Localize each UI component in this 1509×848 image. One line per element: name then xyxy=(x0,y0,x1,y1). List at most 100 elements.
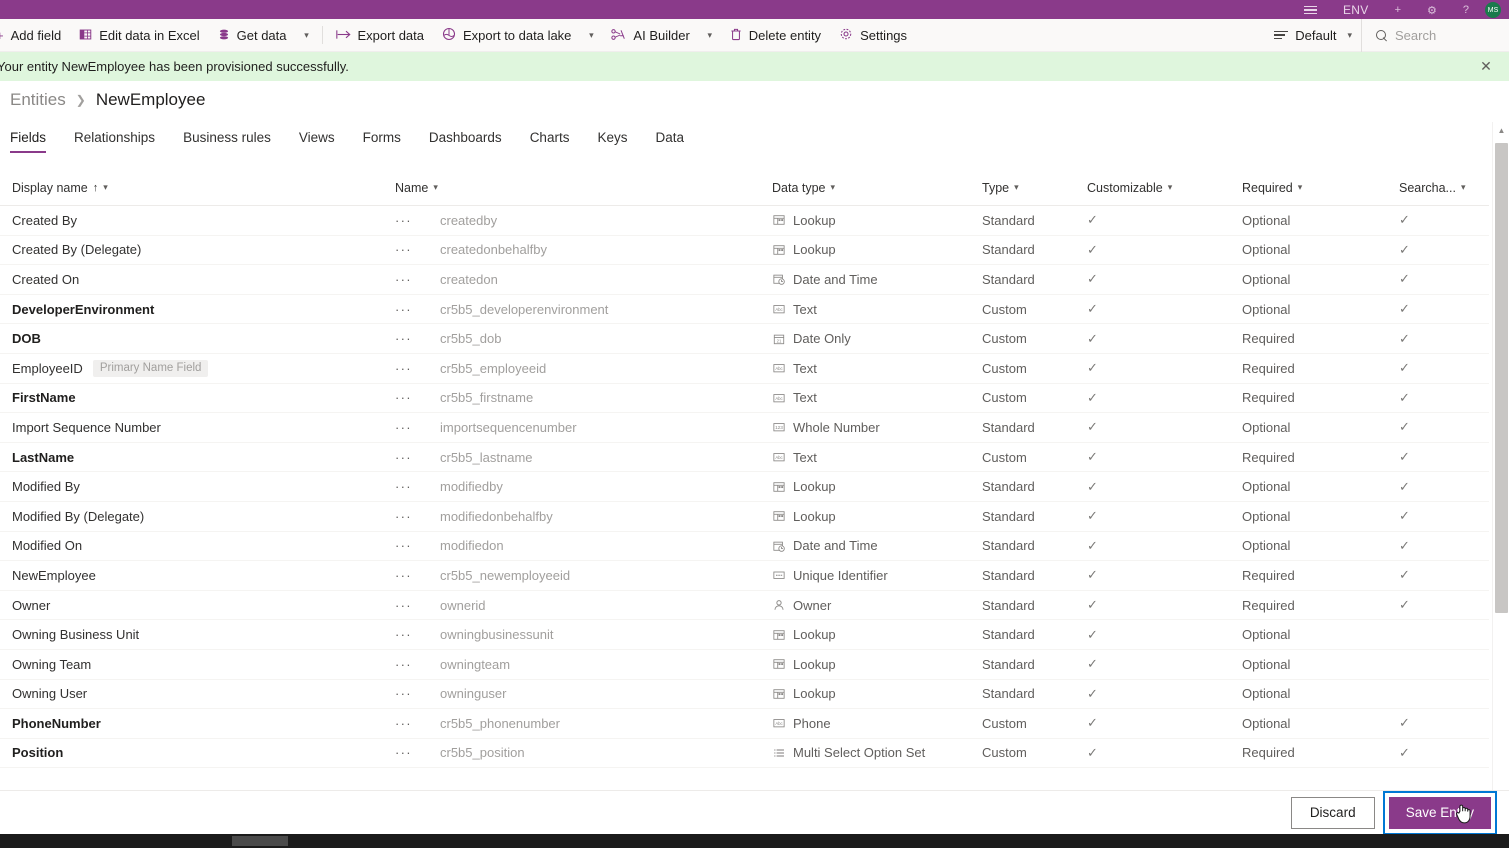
column-header-searchable[interactable]: Searcha... ▾ xyxy=(1399,170,1489,206)
cell-display-name[interactable]: Owning User xyxy=(0,686,395,701)
table-row[interactable]: Owner ··· ownerid Owner Standard ✓ Required ✓ xyxy=(0,591,1489,621)
table-row[interactable]: LastName ··· cr5b5_lastname Abc Text Custom ✓ R… xyxy=(0,443,1489,473)
add-field-button[interactable]: + Add field xyxy=(0,19,70,52)
table-row[interactable]: NewEmployee ··· cr5b5_newemployeeid Unique … xyxy=(0,561,1489,591)
scrollbar-thumb[interactable] xyxy=(1495,143,1508,613)
tab-relationships[interactable]: Relationships xyxy=(74,130,169,153)
cell-display-name[interactable]: Modified On xyxy=(0,538,395,553)
row-menu-button[interactable]: ··· xyxy=(395,568,440,583)
settings-button[interactable]: Settings xyxy=(830,19,916,52)
table-row[interactable]: Modified By (Delegate) ··· modifiedonbehal… xyxy=(0,502,1489,532)
breadcrumb-entities-link[interactable]: Entities xyxy=(10,90,66,110)
ai-builder-caret-icon[interactable]: ▾ xyxy=(699,19,721,52)
column-header-customizable[interactable]: Customizable ▾ xyxy=(1087,170,1242,206)
cell-display-name[interactable]: Owning Team xyxy=(0,657,395,672)
column-header-data-type[interactable]: Data type ▾ xyxy=(772,170,982,206)
delete-entity-button[interactable]: Delete entity xyxy=(721,19,830,52)
vertical-scrollbar[interactable]: ▲ ▼ xyxy=(1492,122,1509,822)
view-picker[interactable]: Default ▾ xyxy=(1265,19,1361,52)
tab-fields[interactable]: Fields xyxy=(10,130,60,153)
table-row[interactable]: Owning User ··· owninguser Lookup Standard ✓ O… xyxy=(0,680,1489,710)
export-data-button[interactable]: Export data xyxy=(327,19,434,52)
cell-display-name[interactable]: Modified By xyxy=(0,479,395,494)
get-data-button[interactable]: Get data xyxy=(209,19,296,52)
table-row[interactable]: Created By ··· createdby Lookup Standard ✓ Opt… xyxy=(0,206,1489,236)
tab-data[interactable]: Data xyxy=(655,130,698,153)
table-row[interactable]: DOB ··· cr5b5_dob 21 Date Only Custom ✓ Require… xyxy=(0,324,1489,354)
row-menu-button[interactable]: ··· xyxy=(395,361,440,376)
table-row[interactable]: PhoneNumber ··· cr5b5_phonenumber Abc Phone C… xyxy=(0,709,1489,739)
row-menu-button[interactable]: ··· xyxy=(395,331,440,346)
get-data-caret-icon[interactable]: ▾ xyxy=(296,19,318,52)
column-header-required[interactable]: Required ▾ xyxy=(1242,170,1399,206)
table-row[interactable]: Modified By ··· modifiedby Lookup Standard ✓ O… xyxy=(0,472,1489,502)
save-entity-button[interactable]: Save Entity xyxy=(1388,796,1491,829)
tab-business-rules[interactable]: Business rules xyxy=(183,130,285,153)
ai-builder-button[interactable]: AI Builder xyxy=(602,19,698,52)
cell-display-name[interactable]: PhoneNumber xyxy=(0,716,395,731)
row-menu-button[interactable]: ··· xyxy=(395,686,440,701)
search-input[interactable]: Search xyxy=(1361,18,1509,52)
row-menu-button[interactable]: ··· xyxy=(395,479,440,494)
cell-display-name[interactable]: Owning Business Unit xyxy=(0,627,395,642)
tab-charts[interactable]: Charts xyxy=(530,130,584,153)
cell-display-name[interactable]: Owner xyxy=(0,598,395,613)
row-menu-button[interactable]: ··· xyxy=(395,420,440,435)
cell-display-name[interactable]: Import Sequence Number xyxy=(0,420,395,435)
row-menu-button[interactable]: ··· xyxy=(395,716,440,731)
row-menu-button[interactable]: ··· xyxy=(395,272,440,287)
tab-keys[interactable]: Keys xyxy=(597,130,641,153)
help-icon[interactable]: ? xyxy=(1463,4,1469,16)
cell-display-name[interactable]: NewEmployee xyxy=(0,568,395,583)
edit-data-in-excel-button[interactable]: Edit data in Excel xyxy=(70,19,208,52)
row-menu-button[interactable]: ··· xyxy=(395,213,440,228)
cell-display-name[interactable]: Created On xyxy=(0,272,395,287)
table-row[interactable]: Import Sequence Number ··· importsequencen… xyxy=(0,413,1489,443)
cell-display-name[interactable]: FirstName xyxy=(0,390,395,405)
row-menu-button[interactable]: ··· xyxy=(395,745,440,760)
cell-display-name[interactable]: DOB xyxy=(0,331,395,346)
tab-forms[interactable]: Forms xyxy=(363,130,415,153)
plus-icon[interactable]: + xyxy=(1395,4,1401,16)
cell-display-name[interactable]: LastName xyxy=(0,450,395,465)
row-menu-button[interactable]: ··· xyxy=(395,242,440,257)
table-row[interactable]: Modified On ··· modifiedon Date and Time Sta… xyxy=(0,532,1489,562)
row-menu-button[interactable]: ··· xyxy=(395,302,440,317)
gear-icon[interactable]: ⚙ xyxy=(1427,4,1437,17)
row-menu-button[interactable]: ··· xyxy=(395,657,440,672)
column-header-name[interactable]: Name ▾ xyxy=(395,170,772,206)
table-row[interactable]: Owning Team ··· owningteam Lookup Standard ✓ O… xyxy=(0,650,1489,680)
hamburger-icon[interactable] xyxy=(1303,4,1317,17)
row-menu-button[interactable]: ··· xyxy=(395,509,440,524)
cell-display-name[interactable]: Created By (Delegate) xyxy=(0,242,395,257)
cell-display-name[interactable]: DeveloperEnvironment xyxy=(0,302,395,317)
row-menu-button[interactable]: ··· xyxy=(395,598,440,613)
cell-display-name[interactable]: Created By xyxy=(0,213,395,228)
scroll-up-icon[interactable]: ▲ xyxy=(1493,122,1509,139)
table-row[interactable]: Owning Business Unit ··· owningbusinessuni… xyxy=(0,620,1489,650)
cell-data-type: Abc Text xyxy=(772,390,982,405)
cell-display-name[interactable]: Position xyxy=(0,745,395,760)
table-row[interactable]: EmployeeID Primary Name Field ··· cr5b5_emp… xyxy=(0,354,1489,384)
export-to-data-lake-caret-icon[interactable]: ▾ xyxy=(580,19,602,52)
tab-dashboards[interactable]: Dashboards xyxy=(429,130,516,153)
table-row[interactable]: Created On ··· createdon Date and Time Stand… xyxy=(0,265,1489,295)
avatar[interactable]: MS xyxy=(1485,2,1501,18)
row-menu-button[interactable]: ··· xyxy=(395,627,440,642)
table-row[interactable]: DeveloperEnvironment ··· cr5b5_developeren… xyxy=(0,295,1489,325)
cell-display-name[interactable]: Modified By (Delegate) xyxy=(0,509,395,524)
row-menu-button[interactable]: ··· xyxy=(395,538,440,553)
cell-display-name[interactable]: EmployeeID Primary Name Field xyxy=(0,359,395,377)
discard-button[interactable]: Discard xyxy=(1290,796,1375,829)
export-to-data-lake-button[interactable]: Export to data lake xyxy=(433,19,580,52)
row-menu-button[interactable]: ··· xyxy=(395,390,440,405)
close-icon[interactable]: ✕ xyxy=(1473,54,1499,80)
row-menu-button[interactable]: ··· xyxy=(395,450,440,465)
table-row[interactable]: Created By (Delegate) ··· createdonbehalfb… xyxy=(0,236,1489,266)
tab-views[interactable]: Views xyxy=(299,130,349,153)
column-header-type[interactable]: Type ▾ xyxy=(982,170,1087,206)
scrollbar-track[interactable] xyxy=(1493,139,1509,805)
table-row[interactable]: Position ··· cr5b5_position Multi Select Op… xyxy=(0,739,1489,769)
column-header-display-name[interactable]: Display name ↑ ▾ xyxy=(0,170,395,206)
table-row[interactable]: FirstName ··· cr5b5_firstname Abc Text Custom… xyxy=(0,384,1489,414)
